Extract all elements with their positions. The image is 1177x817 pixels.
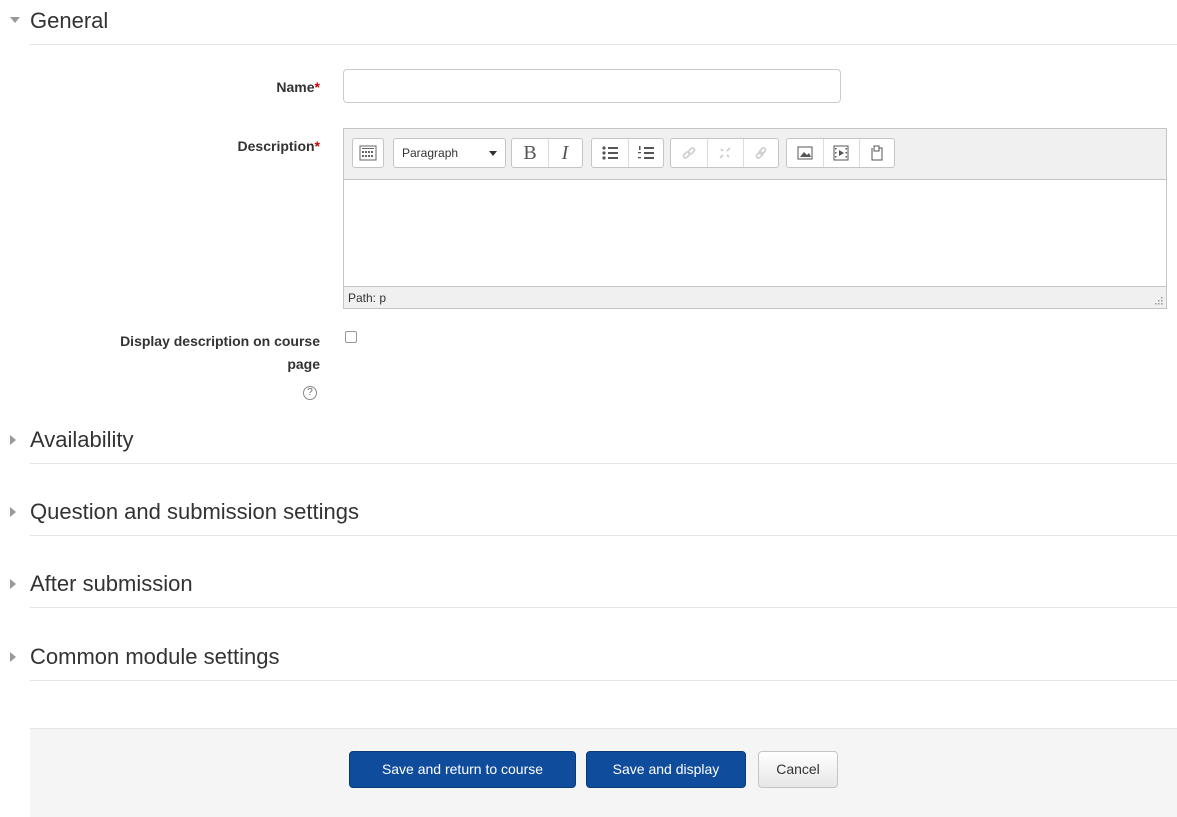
name-label: Name* [200,79,320,95]
divider [30,463,1177,464]
divider [30,680,1177,681]
collapse-open-icon[interactable] [10,17,20,23]
format-select-value: Paragraph [402,146,459,160]
display-description-label: Display description on course page [40,330,320,376]
section-availability-title[interactable]: Availability [30,427,134,453]
editor-path-text: Path: p [348,291,387,305]
link-group [670,138,779,168]
save-display-button[interactable]: Save and display [586,751,746,788]
image-icon[interactable] [787,139,824,167]
collapse-closed-icon[interactable] [10,652,16,662]
unlink-icon[interactable] [707,139,744,167]
section-after-submission-title[interactable]: After submission [30,571,193,597]
section-general-title[interactable]: General [30,8,108,34]
toolbar-toggle-icon [353,139,383,167]
collapse-closed-icon[interactable] [10,435,16,445]
editor-content-area[interactable] [344,180,1166,286]
section-question-submission-title[interactable]: Question and submission settings [30,499,359,525]
help-icon[interactable]: ? [303,386,317,400]
format-select[interactable]: Paragraph [393,138,506,168]
name-input[interactable] [343,69,841,103]
manage-files-icon[interactable] [859,139,894,167]
chevron-down-icon [489,151,497,156]
editor-path: Path: p [344,286,1166,308]
collapse-closed-icon[interactable] [10,507,16,517]
unordered-list-icon[interactable] [592,139,629,167]
required-marker: * [314,79,320,95]
divider [30,44,1177,45]
description-label-text: Description [237,138,315,154]
display-description-checkbox[interactable] [345,331,357,343]
resize-handle-icon[interactable] [1153,295,1163,305]
cancel-button[interactable]: Cancel [758,751,838,788]
divider [30,535,1177,536]
toolbar-toggle-button[interactable] [352,138,384,168]
media-icon[interactable] [823,139,860,167]
section-common-module-title[interactable]: Common module settings [30,644,279,670]
form-buttons-bar: Save and return to course Save and displ… [30,728,1177,817]
description-editor: Paragraph B I Path: p [343,128,1167,309]
text-style-group: B I [511,138,583,168]
list-group [591,138,664,168]
save-return-button[interactable]: Save and return to course [349,751,576,788]
description-label: Description* [150,138,320,154]
media-group [786,138,895,168]
ordered-list-icon[interactable] [628,139,663,167]
collapse-closed-icon[interactable] [10,579,16,589]
anchor-icon[interactable] [743,139,778,167]
display-description-label-line2: page [287,356,320,372]
required-marker: * [314,138,320,154]
bold-button[interactable]: B [512,139,549,167]
divider [30,607,1177,608]
editor-toolbar: Paragraph B I [344,129,1166,180]
name-label-text: Name [276,79,315,95]
link-icon[interactable] [671,139,708,167]
italic-button[interactable]: I [548,139,582,167]
display-description-label-line1: Display description on course [120,333,320,349]
